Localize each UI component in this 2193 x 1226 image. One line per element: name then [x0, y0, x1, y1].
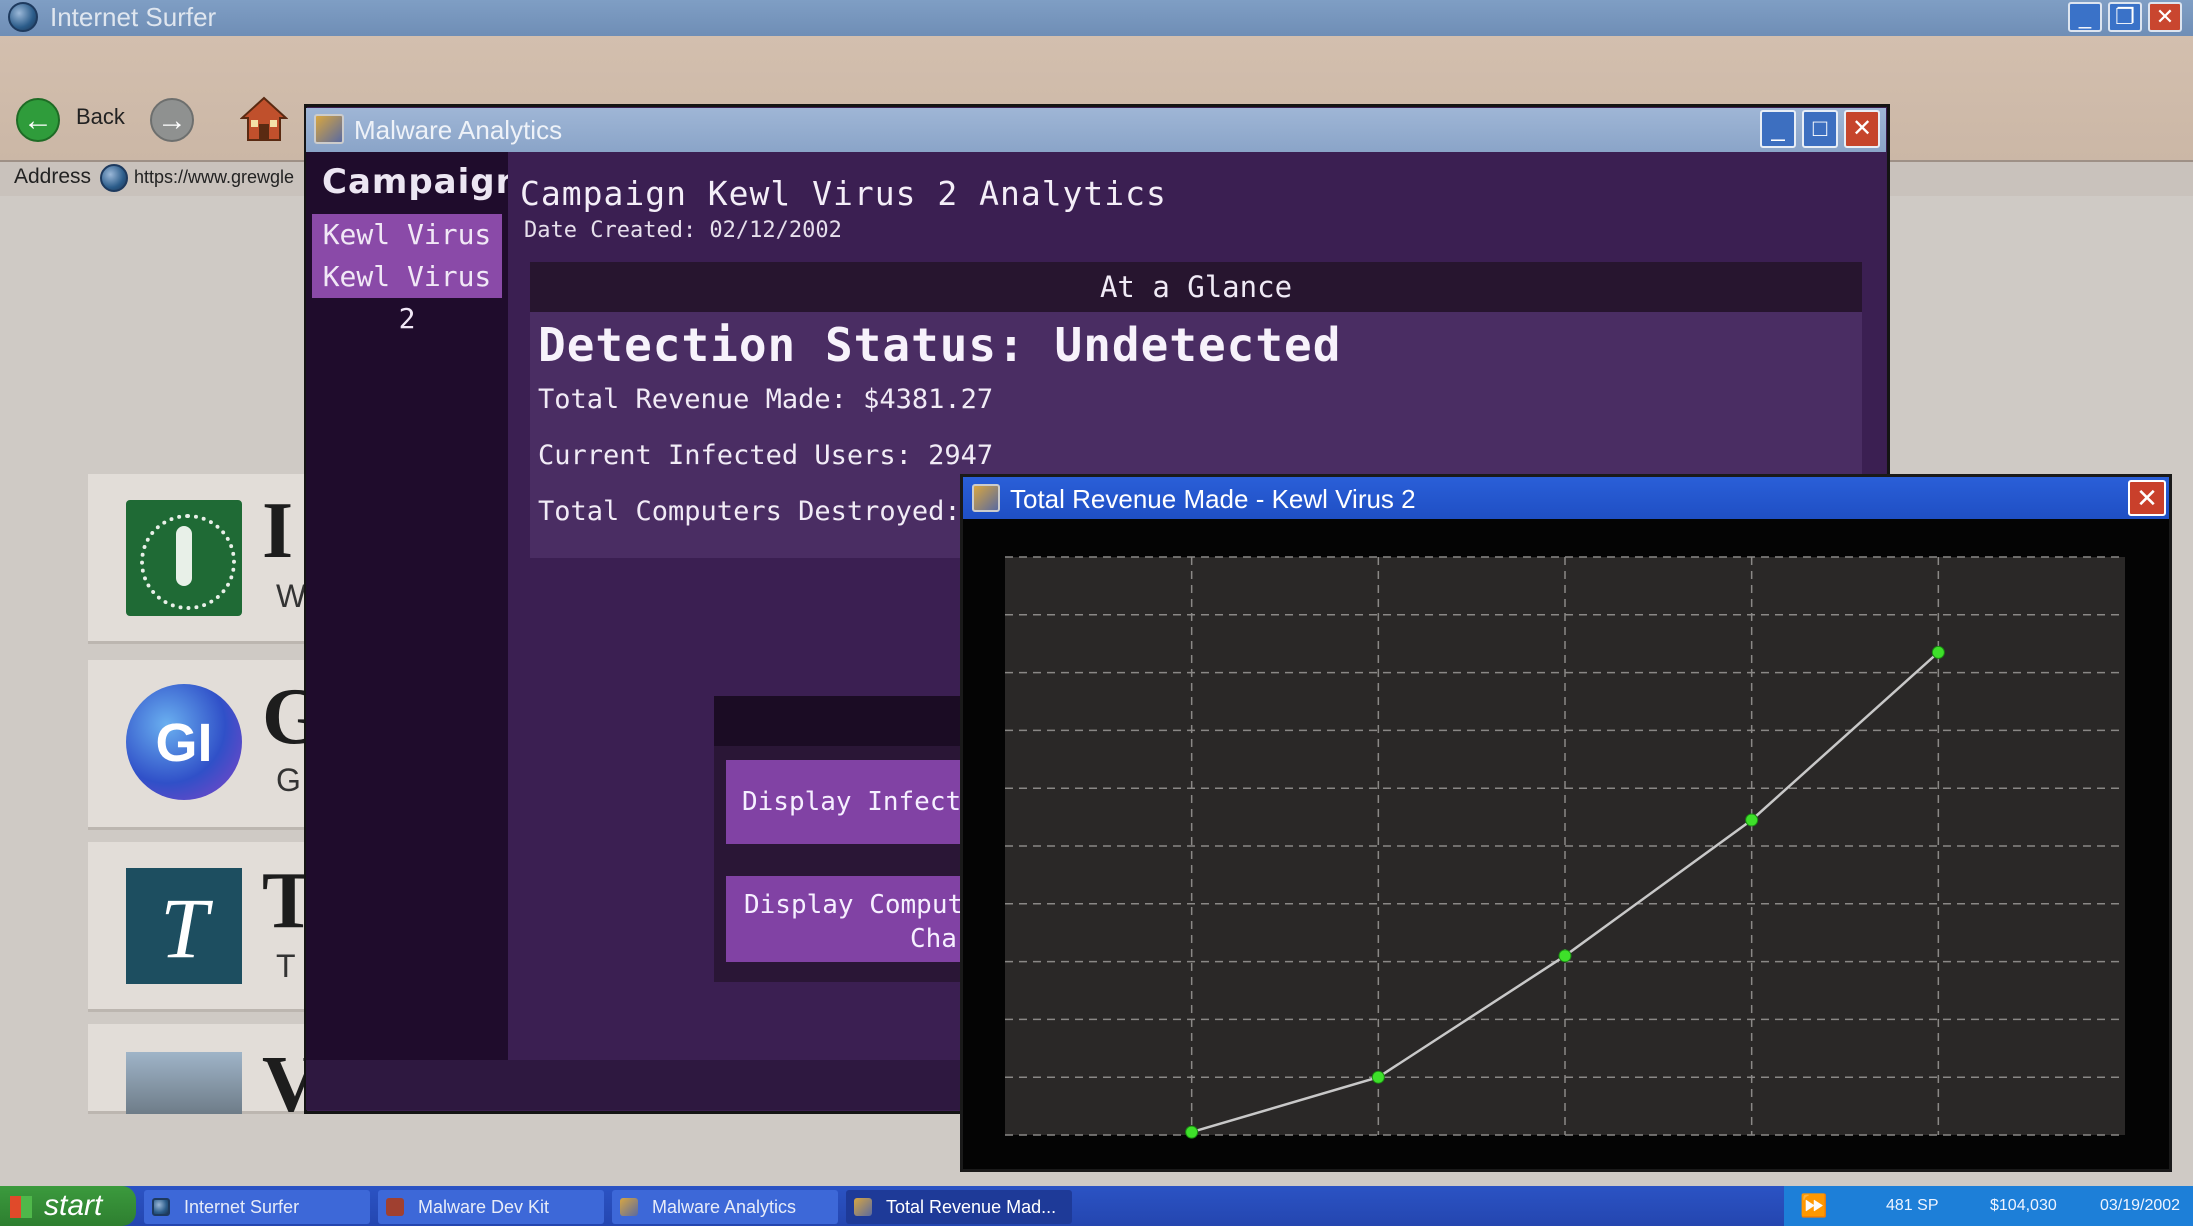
skill-points: 481 SP	[1886, 1197, 1939, 1214]
data-point	[1371, 1070, 1385, 1084]
person-photo	[126, 1052, 242, 1114]
analytics-app-icon	[620, 1198, 638, 1216]
infected-users: Current Infected Users: 2947	[538, 440, 994, 471]
data-point	[1931, 645, 1945, 659]
fast-forward-icon[interactable]: ⏩	[1800, 1186, 1827, 1226]
result-subtitle: G	[276, 762, 301, 798]
taskbar-item-total-revenue[interactable]: Total Revenue Mad...	[846, 1190, 1072, 1224]
taskbar-item-internet-surfer[interactable]: Internet Surfer	[144, 1190, 370, 1224]
taskbar-item-malware-dev-kit[interactable]: Malware Dev Kit	[378, 1190, 604, 1224]
data-point	[1558, 949, 1572, 963]
chart-app-icon	[854, 1198, 872, 1216]
address-field[interactable]: https://www.grewgle	[134, 160, 314, 194]
forward-icon[interactable]: →	[150, 98, 194, 142]
maximize-button[interactable]: □	[1802, 110, 1838, 148]
result-title[interactable]: I	[262, 486, 293, 577]
result-subtitle: T	[276, 948, 296, 984]
sports-logo-icon	[126, 500, 242, 616]
close-button[interactable]: ✕	[2148, 2, 2182, 32]
t-logo-icon: T	[126, 868, 242, 984]
restore-button[interactable]: ❐	[2108, 2, 2142, 32]
back-icon[interactable]: ←	[16, 98, 60, 142]
data-point	[1745, 813, 1759, 827]
glance-header: At a Glance	[530, 262, 1862, 312]
address-label: Address	[14, 165, 92, 188]
result-subtitle: W	[276, 578, 307, 614]
detection-status: Detection Status: Undetected	[538, 318, 1342, 372]
globe-icon	[152, 1198, 170, 1216]
campaign-item-kewl-virus[interactable]: Kewl Virus	[312, 214, 502, 256]
display-computers-chart-button[interactable]: Display Comput Cha	[726, 876, 974, 962]
button-label-line-2: Cha	[910, 924, 957, 954]
browser-title: Internet Surfer	[50, 2, 217, 32]
globe-icon	[8, 2, 38, 32]
display-infected-chart-button[interactable]: Display Infecte	[726, 760, 974, 844]
globe-icon	[100, 164, 128, 192]
clock-date: 03/19/2002	[2100, 1197, 2181, 1214]
back-button-label[interactable]: Back	[76, 104, 125, 130]
revenue-line-chart	[1005, 556, 2125, 1139]
campaign-title: Campaign Kewl Virus 2 Analytics	[520, 174, 1167, 213]
close-button[interactable]: ✕	[1844, 110, 1880, 148]
date-created: Date Created: 02/12/2002	[524, 218, 842, 243]
charts-header	[714, 696, 974, 746]
total-revenue: Total Revenue Made: $4381.27	[538, 384, 994, 415]
chart-app-icon	[972, 484, 1000, 512]
data-point	[1185, 1125, 1199, 1139]
money-balance: $104,030	[1990, 1197, 2057, 1214]
minimize-button[interactable]: _	[1760, 110, 1796, 148]
campaign-item-kewl-virus-2[interactable]: Kewl Virus 2	[312, 256, 502, 335]
home-icon[interactable]	[240, 96, 288, 142]
popup-title: Total Revenue Made - Kewl Virus 2	[1010, 484, 1416, 514]
computers-destroyed: Total Computers Destroyed:	[538, 496, 961, 527]
browser-titlebar	[0, 0, 2193, 36]
taskbar-item-malware-analytics[interactable]: Malware Analytics	[612, 1190, 838, 1224]
bug-icon	[386, 1198, 404, 1216]
close-button[interactable]: ✕	[2128, 480, 2166, 516]
analytics-title: Malware Analytics	[354, 115, 563, 145]
windows-flag-icon	[10, 1196, 32, 1218]
gi-logo-icon: GI	[126, 684, 242, 800]
minimize-button[interactable]: _	[2068, 2, 2102, 32]
button-label-line-1: Display Comput	[744, 890, 964, 920]
analytics-app-icon	[314, 114, 344, 144]
